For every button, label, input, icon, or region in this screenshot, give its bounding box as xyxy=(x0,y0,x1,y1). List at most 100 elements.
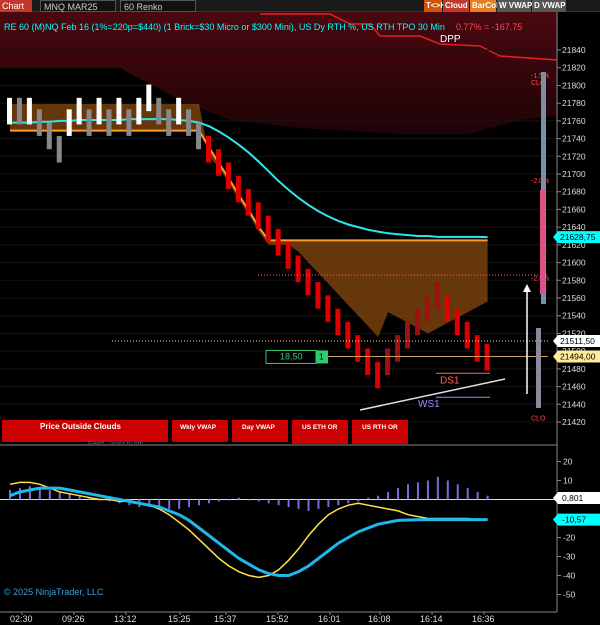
oscillator-tick-label: 20 xyxy=(563,457,573,467)
renko-brick xyxy=(414,308,420,336)
renko-brick xyxy=(305,268,311,296)
up-arrow-icon xyxy=(523,284,531,292)
daily-range-pink-bar xyxy=(540,190,545,294)
histogram-bar xyxy=(257,499,260,502)
renko-brick xyxy=(464,321,470,349)
histogram-bar xyxy=(217,499,220,502)
histogram-bar xyxy=(307,499,310,511)
price-tick-label: 21720 xyxy=(562,151,586,161)
instrument-selector[interactable]: MNQ MAR25 xyxy=(40,0,116,12)
renko-brick xyxy=(235,175,241,203)
renko-brick xyxy=(166,109,172,136)
copyright: © 2025 NinjaTrader, LLC xyxy=(4,587,104,597)
oscillator-label-text: -10,57 xyxy=(562,515,586,525)
time-tick-label: 02:30 xyxy=(10,614,33,624)
oscillator-tick-label: -40 xyxy=(563,571,576,581)
histogram-bar xyxy=(466,488,469,500)
renko-brick xyxy=(56,135,62,163)
renko-brick xyxy=(265,215,271,243)
status-day-vwap-label: Day VWAP xyxy=(242,424,276,431)
renko-brick xyxy=(176,97,182,125)
histogram-bar xyxy=(188,499,191,508)
renko-brick xyxy=(76,97,82,125)
status-wkly-vwap-label: Wkly VWAP xyxy=(180,424,217,431)
histogram-bar xyxy=(277,499,280,506)
histogram-bar xyxy=(436,476,439,500)
price-label-text: 21511,50 xyxy=(560,336,595,346)
renko-brick xyxy=(26,97,32,125)
price-tick-label: 21760 xyxy=(562,116,586,126)
toolbar-button-tk[interactable]: T<>K xyxy=(424,0,446,12)
histogram-bar xyxy=(347,499,350,504)
percent-annotation: -1.5% xyxy=(531,73,549,80)
renko-brick xyxy=(484,344,490,371)
percent-annotation: -2.0% xyxy=(531,178,549,185)
price-tick-label: 21660 xyxy=(562,204,586,214)
histogram-bar xyxy=(377,495,380,500)
volume-profile-bar xyxy=(536,328,541,408)
chart-menu-button[interactable]: Chart xyxy=(0,0,32,12)
renko-brick xyxy=(355,335,361,362)
price-tick-label: 21740 xyxy=(562,134,586,144)
histogram-bar xyxy=(178,499,181,509)
time-tick-label: 16:08 xyxy=(368,614,391,624)
histogram-bar xyxy=(247,499,250,501)
renko-brick xyxy=(424,295,430,322)
renko-brick xyxy=(86,109,92,136)
renko-brick xyxy=(136,97,142,125)
renko-brick xyxy=(36,109,42,136)
histogram-bar xyxy=(486,495,489,500)
status-us-eth-or-label: US ETH OR xyxy=(302,424,338,431)
histogram-bar xyxy=(387,491,390,500)
renko-brick xyxy=(96,97,102,125)
renko-brick xyxy=(206,135,211,163)
price-tick-label: 21840 xyxy=(562,45,586,55)
status-price-outside-clouds-label: Price Outside Clouds xyxy=(40,422,121,431)
time-tick-label: 16:36 xyxy=(472,614,495,624)
histogram-bar xyxy=(397,488,400,500)
renko-brick xyxy=(385,348,391,376)
renko-brick xyxy=(225,162,231,190)
histogram-bar xyxy=(28,486,31,500)
oscillator-axis[interactable]: 2010-10-20-30-40-500,801-10,57 xyxy=(553,457,600,600)
renko-brick xyxy=(395,335,401,362)
price-tick-label: 21540 xyxy=(562,311,586,321)
histogram-bar xyxy=(168,499,171,509)
histogram-bar xyxy=(357,499,360,502)
histogram-bar xyxy=(48,490,51,500)
renko-brick xyxy=(196,122,202,150)
renko-brick xyxy=(156,97,162,125)
renko-brick xyxy=(325,295,331,322)
toolbar-button-cloud[interactable]: Cloud xyxy=(443,0,469,12)
histogram-bar xyxy=(198,499,201,506)
renko-brick xyxy=(345,321,351,349)
renko-brick xyxy=(146,84,152,112)
renko-brick xyxy=(375,361,381,389)
oscillator-histogram xyxy=(9,476,489,511)
renko-brick xyxy=(335,308,341,336)
renko-brick xyxy=(16,97,22,125)
price-tick-label: 21680 xyxy=(562,187,586,197)
histogram-bar xyxy=(38,488,41,500)
histogram-bar xyxy=(208,499,210,504)
toolbar-button-dvwap[interactable]: D VWAP xyxy=(532,0,566,12)
renko-brick xyxy=(66,109,72,136)
price-tick-label: 21560 xyxy=(562,293,586,303)
oscillator-tick-label: -50 xyxy=(563,590,576,600)
panel-divider[interactable] xyxy=(0,444,557,446)
price-tick-label: 21700 xyxy=(562,169,586,179)
position-qty: 1 xyxy=(319,352,324,361)
time-axis[interactable]: 02:30 09:26 13:12 15:25 15:37 15:52 16:01 16:08… xyxy=(0,611,557,624)
oscillator-tick-label: -20 xyxy=(563,533,576,543)
histogram-bar xyxy=(317,499,320,509)
toolbar-button-wvwap[interactable]: W VWAP xyxy=(497,0,532,12)
time-tick-label: 16:01 xyxy=(318,614,341,624)
chart-canvas[interactable]: DS1WS118,501-1.5%CLO-2.0%-2.5%CLO RE 60 … xyxy=(0,12,600,625)
renko-brick xyxy=(126,109,132,136)
toolbar-button-barcol[interactable]: BarCol xyxy=(470,0,498,12)
price-tick-label: 21460 xyxy=(562,382,586,392)
price-label-text: 21628,75 xyxy=(560,232,596,242)
time-tick-label: 09:26 xyxy=(62,614,85,624)
status-us-rth-or-label: US RTH OR xyxy=(362,424,398,431)
interval-selector[interactable]: 60 Renko xyxy=(120,0,196,12)
